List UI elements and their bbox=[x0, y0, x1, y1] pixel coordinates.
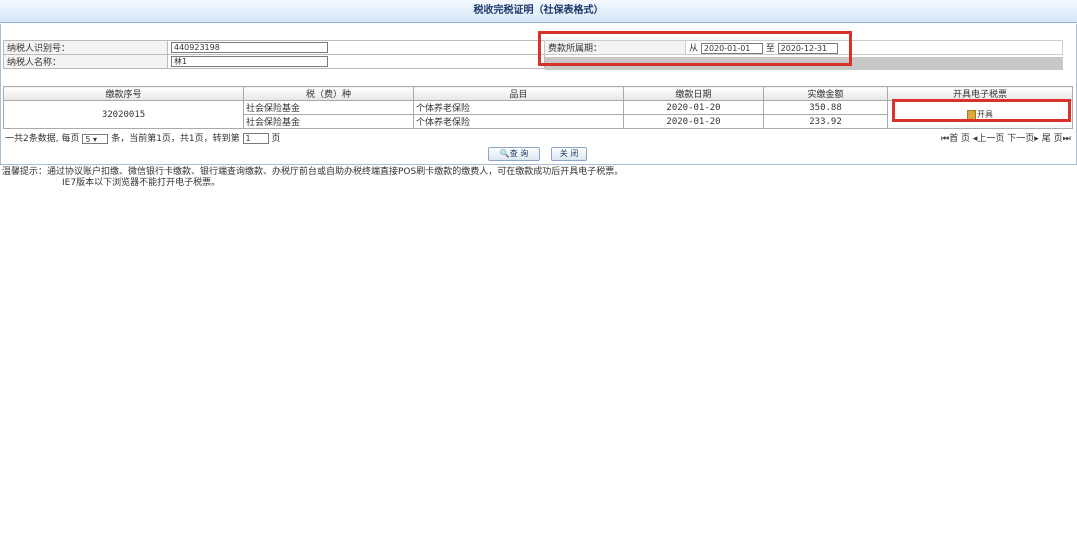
tax-type-cell: 社会保险基金 bbox=[243, 100, 414, 115]
item-cell: 个体养老保险 bbox=[413, 100, 624, 115]
highlight-period-box bbox=[538, 31, 852, 66]
close-button[interactable]: 关 闭 bbox=[551, 147, 587, 161]
last-page-label: 尾 页 bbox=[1041, 134, 1063, 144]
taxpayer-info-table: 纳税人识别号： 纳税人名称： bbox=[3, 40, 545, 69]
next-page-link[interactable]: 下一页▸ bbox=[1007, 134, 1039, 144]
header-tax-type: 税（费）种 bbox=[243, 86, 414, 101]
first-page-label: 首 页 bbox=[949, 134, 970, 144]
page-title: 税收完税证明（社保表格式） bbox=[0, 0, 1077, 23]
query-button[interactable]: 🔍查 询 bbox=[488, 147, 540, 161]
serial-cell: 32020015 bbox=[3, 100, 244, 129]
pager-info: 一共2条数据, 每页 5 ▾ 条，当前第1页，共1页，转到第 页 bbox=[5, 131, 280, 144]
header-amount: 实缴金额 bbox=[763, 86, 888, 101]
goto-page-input[interactable] bbox=[242, 133, 269, 144]
date-cell: 2020-01-20 bbox=[623, 114, 764, 129]
header-date: 缴款日期 bbox=[623, 86, 764, 101]
taxpayer-name-label: 纳税人名称： bbox=[3, 54, 168, 69]
taxpayer-name-input[interactable] bbox=[171, 56, 328, 67]
tax-type-cell: 社会保险基金 bbox=[243, 114, 414, 129]
next-page-icon: ▸ bbox=[1034, 134, 1039, 144]
prev-page-link[interactable]: ◂上一页 bbox=[973, 134, 1005, 144]
taxpayer-id-label: 纳税人识别号： bbox=[3, 40, 168, 55]
pager-prefix: 一共2条数据, 每页 bbox=[5, 134, 80, 144]
header-item: 品目 bbox=[413, 86, 624, 101]
first-page-icon: ⏮ bbox=[941, 134, 950, 144]
taxpayer-id-input[interactable] bbox=[171, 42, 328, 53]
page-size-value: 5 bbox=[85, 134, 91, 144]
next-page-label: 下一页 bbox=[1007, 134, 1035, 144]
pager-mid: 条，当前第1页，共1页，转到第 bbox=[111, 134, 240, 144]
first-page-link[interactable]: ⏮首 页 bbox=[941, 134, 970, 144]
header-serial: 缴款序号 bbox=[3, 86, 244, 101]
last-page-link[interactable]: 尾 页⏭ bbox=[1042, 134, 1071, 144]
query-label: 查 询 bbox=[509, 149, 529, 158]
page-size-select[interactable]: 5 ▾ bbox=[82, 133, 109, 144]
pager-suffix: 页 bbox=[271, 134, 281, 144]
last-page-icon: ⏭ bbox=[1062, 134, 1071, 144]
highlight-issue-box bbox=[892, 99, 1071, 122]
search-icon: 🔍 bbox=[499, 149, 510, 158]
item-cell: 个体养老保险 bbox=[413, 114, 624, 129]
prev-page-label: 上一页 bbox=[977, 134, 1005, 144]
pager-nav: ⏮首 页 ◂上一页 下一页▸ 尾 页⏭ bbox=[941, 131, 1071, 144]
amount-cell: 350.88 bbox=[763, 100, 888, 115]
chevron-down-icon: ▾ bbox=[92, 134, 97, 144]
amount-cell: 233.92 bbox=[763, 114, 888, 129]
date-cell: 2020-01-20 bbox=[623, 100, 764, 115]
tip-line-2: IE7版本以下浏览器不能打开电子税票。 bbox=[62, 178, 221, 188]
